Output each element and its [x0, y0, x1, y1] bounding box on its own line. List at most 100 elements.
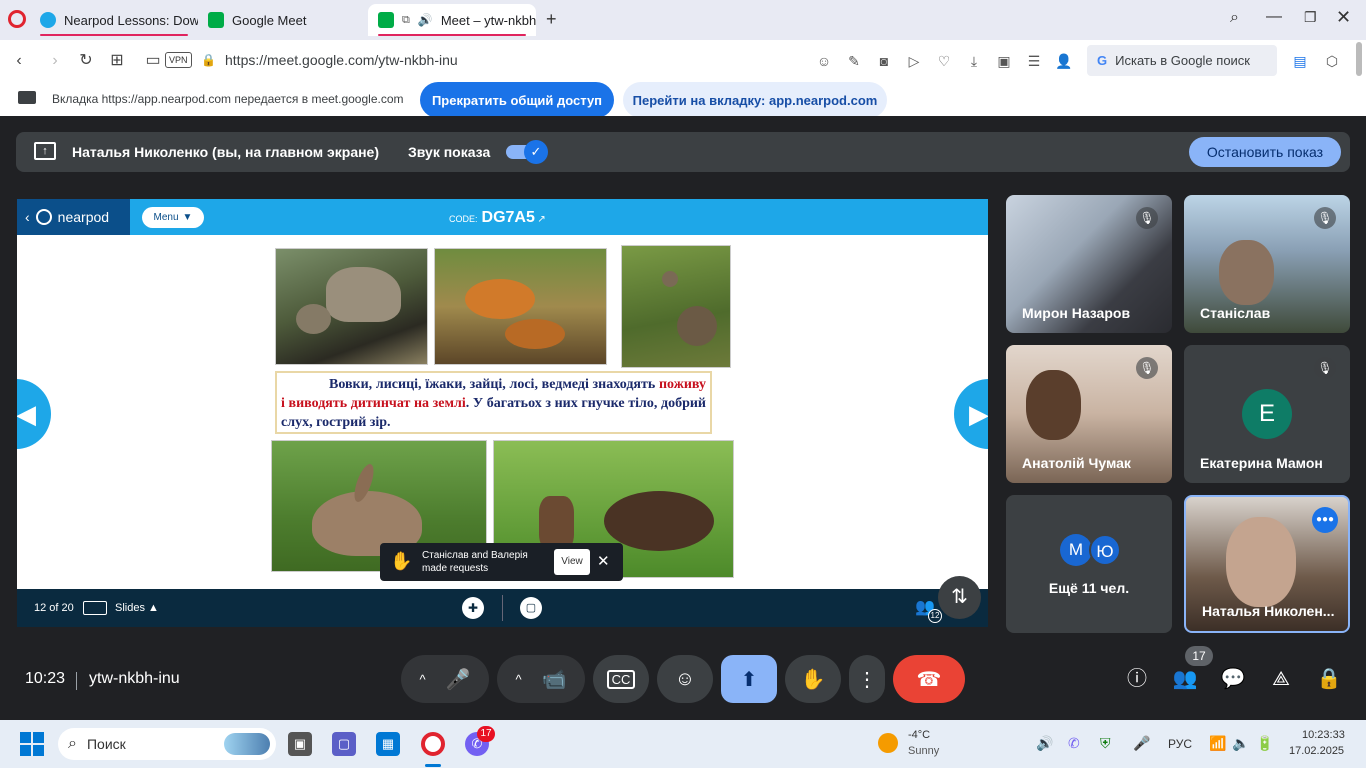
- taskbar-date[interactable]: 17.02.2025: [1289, 745, 1344, 757]
- fox-photo: [434, 248, 607, 365]
- tab-share-banner: Вкладка https://app.nearpod.com передает…: [0, 82, 1366, 118]
- cast-icon[interactable]: ▣: [994, 51, 1014, 71]
- more-participants-tile[interactable]: M Ю Ещё 11 чел.: [1006, 495, 1172, 633]
- minimize-button[interactable]: —: [1266, 8, 1282, 26]
- swap-layout-button[interactable]: ⇅: [938, 576, 981, 619]
- leave-call-button[interactable]: ☎: [893, 655, 965, 703]
- opera-logo-icon[interactable]: [8, 10, 26, 28]
- nearpod-footer: 12 of 20 Slides ▲ ✚ ▢ 👥 12: [17, 589, 988, 627]
- nearpod-logo[interactable]: ‹ nearpod: [17, 199, 130, 235]
- tab-nearpod[interactable]: Nearpod Lessons: Downlo: [30, 4, 198, 36]
- people-button[interactable]: 👥: [1172, 666, 1198, 692]
- battery-icon[interactable]: 🔋: [1256, 735, 1273, 752]
- back-chevron-icon[interactable]: ‹: [25, 209, 30, 225]
- reactions-button[interactable]: ☺: [657, 655, 713, 703]
- slides-panel-icon[interactable]: [83, 601, 107, 615]
- draw-board-icon[interactable]: ▢: [520, 597, 542, 619]
- slide-text-1: Вовки, лисиці, їжаки, зайці, лосі, ведме…: [329, 377, 656, 392]
- emoji-icon[interactable]: ☺: [814, 51, 834, 71]
- taskbar-time[interactable]: 10:23:33: [1302, 729, 1345, 741]
- close-window-button[interactable]: ✕: [1336, 7, 1351, 28]
- scrollbar[interactable]: [1356, 42, 1362, 76]
- meeting-info-button[interactable]: ⓘ: [1124, 666, 1150, 692]
- opera-taskbar-icon[interactable]: [421, 732, 445, 756]
- speaker-tray-icon[interactable]: 🔈: [1232, 735, 1249, 752]
- sidebar-icon[interactable]: ▤: [1290, 51, 1310, 71]
- participant-tile[interactable]: 🎙 Мирон Назаров: [1006, 195, 1172, 333]
- chevron-up-icon[interactable]: ^: [515, 672, 521, 687]
- edit-icon[interactable]: ✎: [844, 51, 864, 71]
- captions-button[interactable]: CC: [593, 655, 649, 703]
- chat-button[interactable]: 💬: [1220, 666, 1246, 692]
- vpn-badge[interactable]: VPN: [165, 52, 192, 68]
- stop-presenting-button[interactable]: Остановить показ: [1189, 137, 1341, 167]
- search-tabs-icon[interactable]: ⌕: [1230, 9, 1239, 27]
- previous-slide-button[interactable]: ◀: [17, 379, 51, 449]
- lock-icon[interactable]: 🔒: [201, 53, 216, 67]
- picture-in-picture-icon[interactable]: ⧉: [402, 14, 410, 27]
- task-view-icon[interactable]: ▣: [288, 732, 312, 756]
- viber-tray-icon[interactable]: ✆: [1068, 735, 1080, 752]
- google-search-input[interactable]: G Искать в Google поиск: [1087, 45, 1277, 76]
- download-icon[interactable]: ⤓: [964, 51, 984, 71]
- microphone-tray-icon[interactable]: 🎤: [1133, 735, 1150, 752]
- present-button[interactable]: ⬆: [721, 655, 777, 703]
- teams-icon[interactable]: ▢: [332, 732, 356, 756]
- snapshot-icon[interactable]: ▭: [142, 50, 164, 72]
- url-field[interactable]: https://meet.google.com/ytw-nkbh-inu: [225, 52, 458, 68]
- search-highlight-icon: [224, 733, 270, 755]
- shared-screen: ‹ nearpod Menu ▼ CODE: DG7A5 ↗ Вовки, ли…: [17, 199, 988, 627]
- participant-tile[interactable]: 🎙 Анатолій Чумак: [1006, 345, 1172, 483]
- nearpod-menu-button[interactable]: Menu ▼: [142, 207, 204, 228]
- restore-button[interactable]: ❐: [1304, 9, 1317, 26]
- mic-off-icon: 🎙: [1136, 357, 1158, 379]
- external-link-icon[interactable]: ↗: [537, 214, 545, 225]
- check-icon[interactable]: ✓: [524, 140, 548, 164]
- back-button[interactable]: ‹: [8, 50, 30, 72]
- windows-start-icon[interactable]: [20, 732, 44, 756]
- profile-icon[interactable]: 👤: [1054, 51, 1074, 71]
- close-icon[interactable]: ✕: [597, 552, 610, 570]
- self-participant-tile[interactable]: ●●● Наталья Николен...: [1184, 495, 1350, 633]
- participant-tile[interactable]: E 🎙 Екатерина Мамон: [1184, 345, 1350, 483]
- language-indicator[interactable]: РУС: [1168, 737, 1192, 751]
- raise-hand-button[interactable]: ✋: [785, 655, 841, 703]
- mic-off-icon: 🎙: [1314, 207, 1336, 229]
- view-requests-button[interactable]: View: [554, 549, 590, 575]
- easy-setup-icon[interactable]: ☰: [1024, 51, 1044, 71]
- windows-taskbar: ⌕ Поиск ▣ ▢ ▦ ✆ 17 -4°C Sunny 🔊 ✆ ⛨ 🎤 РУ…: [0, 720, 1366, 768]
- activities-button[interactable]: ⟁: [1268, 666, 1294, 692]
- chevron-up-icon[interactable]: ^: [419, 672, 425, 687]
- more-options-button[interactable]: ⋮: [849, 655, 885, 703]
- switch-tab-button[interactable]: Перейти на вкладку: app.nearpod.com: [623, 82, 887, 118]
- speaker-icon[interactable]: 🔊: [418, 13, 433, 27]
- forward-button[interactable]: ›: [44, 50, 66, 72]
- host-controls-button[interactable]: 🔒: [1316, 666, 1342, 692]
- next-slide-button[interactable]: ▶: [954, 379, 988, 449]
- share-sound-label: Звук показа: [408, 144, 491, 160]
- new-tab-button[interactable]: +: [546, 9, 557, 30]
- taskbar-search[interactable]: ⌕ Поиск: [58, 728, 276, 760]
- caret-down-icon: ▼: [182, 212, 193, 223]
- reload-button[interactable]: ↻: [75, 50, 97, 72]
- volume-tray-icon[interactable]: 🔊: [1036, 735, 1053, 752]
- microphone-icon[interactable]: 🎤: [446, 667, 471, 692]
- taskbar-search-label: Поиск: [86, 736, 126, 752]
- send-icon[interactable]: ▷: [904, 51, 924, 71]
- store-icon[interactable]: ▦: [376, 732, 400, 756]
- stop-sharing-button[interactable]: Прекратить общий доступ: [420, 82, 614, 118]
- extensions-icon[interactable]: ⬡: [1322, 51, 1342, 71]
- security-tray-icon[interactable]: ⛨: [1100, 735, 1111, 752]
- wifi-icon[interactable]: 📶: [1209, 735, 1226, 752]
- weather-sun-icon[interactable]: [878, 733, 898, 753]
- slides-toggle-button[interactable]: Slides ▲: [115, 602, 159, 614]
- tab-meet-active[interactable]: ⧉ 🔊 Meet – ytw-nkbh-i: [368, 4, 536, 36]
- camera-icon[interactable]: ◙: [874, 51, 894, 71]
- participant-name: Анатолій Чумак: [1022, 455, 1131, 471]
- speed-dial-icon[interactable]: ⊞: [106, 50, 128, 72]
- camera-icon[interactable]: 📹: [542, 667, 567, 692]
- tab-google-meet[interactable]: Google Meet: [198, 4, 366, 36]
- participant-tile[interactable]: 🎙 Станіслав: [1184, 195, 1350, 333]
- heart-icon[interactable]: ♡: [934, 51, 954, 71]
- activities-icon[interactable]: ✚: [462, 597, 484, 619]
